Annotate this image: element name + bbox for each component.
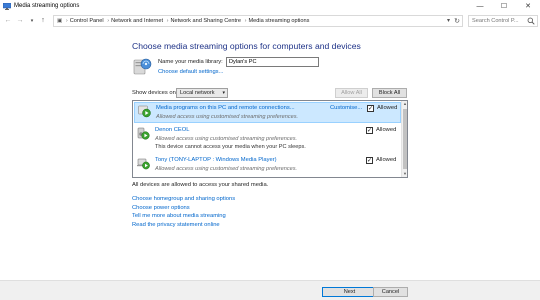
allowed-label: Allowed (377, 105, 398, 111)
scrollbar-thumb[interactable] (403, 109, 407, 169)
close-button[interactable]: ✕ (516, 0, 540, 13)
media-streaming-help-link[interactable]: Tell me more about media streaming (132, 212, 235, 221)
device-name[interactable]: Media programs on this PC and remote con… (156, 105, 295, 111)
device-name[interactable]: Tony (TONY-LAPTOP : Windows Media Player… (155, 157, 277, 163)
chevron-down-icon: ▾ (222, 90, 225, 96)
next-button[interactable]: Next (322, 287, 377, 297)
device-name[interactable]: Denon CEOL (155, 127, 189, 133)
device-list[interactable]: Media programs on this PC and remote con… (132, 100, 408, 178)
breadcrumb-network-sharing-centre[interactable]: Network and Sharing Centre (170, 18, 241, 24)
up-arrow-icon[interactable]: ↑ (38, 16, 48, 26)
page-heading: Choose media streaming options for compu… (132, 41, 361, 51)
homegroup-sharing-link[interactable]: Choose homegroup and sharing options (132, 195, 235, 204)
device-list-scrollbar[interactable]: ▲ ▼ (401, 101, 407, 177)
dialog-footer: Next Cancel (0, 280, 540, 300)
forward-arrow-icon[interactable]: → (15, 16, 25, 26)
breadcrumb-control-panel[interactable]: Control Panel (70, 18, 104, 24)
scroll-up-icon[interactable]: ▲ (402, 101, 408, 107)
privacy-statement-link[interactable]: Read the privacy statement online (132, 221, 235, 230)
search-input[interactable] (469, 16, 525, 26)
scroll-down-icon[interactable]: ▼ (402, 171, 408, 177)
allowed-checkbox[interactable]: ✓ (366, 157, 373, 164)
laptop-device-icon (137, 158, 150, 170)
device-row-tony-laptop[interactable]: Tony (TONY-LAPTOP : Windows Media Player… (134, 155, 401, 176)
show-devices-label: Show devices on: (132, 90, 178, 96)
breadcrumb-separator-icon[interactable]: › (167, 18, 169, 24)
back-arrow-icon[interactable]: ← (3, 16, 13, 26)
breadcrumb-separator-icon[interactable]: › (107, 18, 109, 24)
search-icon[interactable] (527, 17, 535, 25)
address-toolbar: ← → ▾ ↑ ▣ › Control Panel › Network and In… (0, 14, 540, 28)
power-options-link[interactable]: Choose power options (132, 204, 235, 213)
customise-link[interactable]: Customise... (330, 105, 362, 111)
recent-locations-chevron-icon[interactable]: ▾ (27, 16, 37, 26)
allowed-checkbox[interactable]: ✓ (366, 127, 373, 134)
maximize-button[interactable]: ☐ (492, 0, 516, 13)
breadcrumb-media-streaming-options[interactable]: Media streaming options (248, 18, 309, 24)
title-bar: Media streaming options — ☐ ✕ (0, 0, 540, 13)
cancel-button[interactable]: Cancel (373, 287, 408, 297)
allowed-label: Allowed (376, 157, 397, 163)
show-devices-dropdown[interactable]: Local network ▾ (176, 88, 228, 98)
breadcrumb-separator-icon[interactable]: › (245, 18, 247, 24)
refresh-icon[interactable]: ↻ (454, 17, 460, 25)
related-links: Choose homegroup and sharing options Cho… (132, 195, 235, 229)
media-streaming-app-icon (3, 3, 11, 10)
device-row-denon-ceol[interactable]: Denon CEOL Allowed access using customis… (134, 125, 401, 153)
device-status: Allowed access using customised streamin… (156, 114, 299, 120)
control-panel-location-icon: ▣ (57, 18, 63, 24)
device-status: Allowed access using customised streamin… (155, 166, 298, 172)
breadcrumb-network-and-internet[interactable]: Network and Internet (111, 18, 163, 24)
address-field[interactable]: ▣ › Control Panel › Network and Internet ›… (53, 15, 463, 27)
allow-all-button[interactable]: Allow All (335, 88, 368, 98)
allowed-label: Allowed (376, 127, 397, 133)
device-sleep-note: This device cannot access your media whe… (155, 144, 306, 150)
library-name-input[interactable] (226, 57, 319, 67)
breadcrumb-separator-icon[interactable]: › (66, 18, 68, 24)
stereo-device-icon (137, 127, 150, 140)
media-library-icon (133, 58, 152, 75)
choose-default-settings-link[interactable]: Choose default settings... (158, 69, 223, 75)
search-box[interactable] (468, 15, 538, 27)
show-devices-value: Local network (180, 90, 215, 96)
device-row-media-programs[interactable]: Media programs on this PC and remote con… (134, 102, 401, 123)
media-player-device-icon (138, 105, 151, 118)
allowed-checkbox[interactable]: ✓ (367, 105, 374, 112)
breadcrumb: ▣ › Control Panel › Network and Internet ›… (57, 18, 309, 24)
window-title: Media streaming options (14, 3, 80, 9)
minimize-button[interactable]: — (468, 0, 492, 13)
address-dropdown-icon[interactable]: ▾ (447, 17, 450, 24)
block-all-button[interactable]: Block All (372, 88, 407, 98)
library-name-label: Name your media library: (158, 59, 223, 65)
sharing-status-text: All devices are allowed to access your s… (132, 182, 269, 188)
device-status: Allowed access using customised streamin… (155, 136, 298, 142)
